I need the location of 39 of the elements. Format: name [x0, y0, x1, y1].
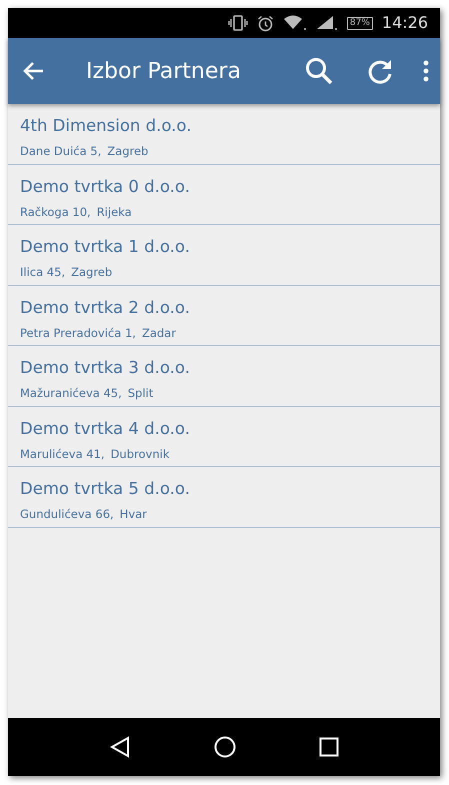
recents-button[interactable]: [318, 737, 339, 757]
partner-list-item[interactable]: Demo tvrtka 0 d.o.o. Račkoga 10, Rijeka: [8, 164, 440, 225]
partner-city: Zadar: [142, 324, 176, 340]
partner-name: Demo tvrtka 3 d.o.o.: [20, 357, 190, 379]
partner-city: Zagreb: [107, 143, 148, 159]
partner-address: Petra Preradovića 1,: [20, 324, 136, 340]
partner-address: Gundulićeva 66,: [20, 506, 114, 522]
partner-address: Račkoga 10,: [20, 204, 91, 220]
home-button[interactable]: [214, 736, 236, 758]
partner-city: Zagreb: [71, 264, 112, 280]
back-button[interactable]: [109, 736, 132, 758]
partner-list-item[interactable]: Demo tvrtka 2 d.o.o. Petra Preradovića 1, Zadar: [8, 286, 440, 346]
more-options-button[interactable]: [422, 59, 430, 83]
partner-city: Hvar: [120, 506, 147, 522]
battery-level: 87%: [346, 16, 373, 30]
partner-address: Ilica 45,: [20, 264, 66, 280]
partner-name: 4th Dimension d.o.o.: [20, 115, 192, 137]
screen-title: Izbor Partnera: [86, 58, 242, 86]
partner-address: Mažuranićeva 45,: [20, 385, 122, 401]
partner-name: Demo tvrtka 2 d.o.o.: [20, 296, 190, 318]
partner-name: Demo tvrtka 5 d.o.o.: [20, 478, 190, 500]
partner-list-item[interactable]: Demo tvrtka 1 d.o.o. Ilica 45, Zagreb: [8, 225, 440, 286]
partner-list-item[interactable]: Demo tvrtka 4 d.o.o. Marulićeva 41, Dubrovnik: [8, 406, 440, 467]
partner-address: Marulićeva 41,: [20, 446, 105, 462]
partner-city: Split: [128, 385, 154, 401]
partner-list-item[interactable]: 4th Dimension d.o.o. Dane Duića 5, Zagreb: [8, 104, 440, 164]
clock-time: 14:26: [382, 12, 428, 34]
partner-city: Rijeka: [96, 204, 132, 220]
partner-name: Demo tvrtka 4 d.o.o.: [20, 418, 190, 440]
partner-name: Demo tvrtka 0 d.o.o.: [20, 176, 190, 198]
wifi-icon: [282, 15, 307, 31]
partner-list-item[interactable]: Demo tvrtka 5 d.o.o. Gundulićeva 66, Hvar: [8, 467, 440, 528]
vibrate-icon: [228, 15, 248, 31]
partner-address: Dane Duića 5,: [20, 143, 102, 159]
signal-icon: [316, 15, 338, 31]
partner-city: Dubrovnik: [110, 446, 170, 462]
partner-list-item[interactable]: Demo tvrtka 3 d.o.o. Mažuranićeva 45, Split: [8, 346, 440, 406]
alarm-icon: [256, 14, 274, 32]
partner-name: Demo tvrtka 1 d.o.o.: [20, 236, 190, 258]
